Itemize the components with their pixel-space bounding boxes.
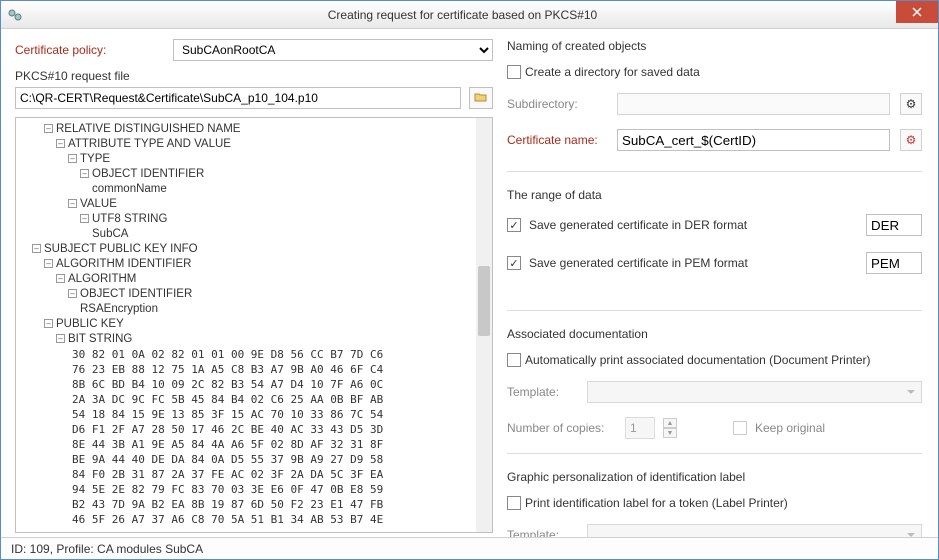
graphic-section-title: Graphic personalization of identificatio… bbox=[507, 470, 922, 484]
doc-copies-input bbox=[625, 417, 655, 439]
doc-template-select bbox=[587, 381, 922, 403]
app-icon bbox=[7, 7, 23, 23]
doc-section-title: Associated documentation bbox=[507, 327, 922, 341]
subdir-gear-button[interactable]: ⚙ bbox=[900, 93, 922, 115]
gear-icon: ⚙ bbox=[906, 133, 917, 147]
doc-template-label: Template: bbox=[507, 385, 577, 399]
doc-copies-stepper: ▲▼ bbox=[663, 418, 677, 438]
subdir-label: Subdirectory: bbox=[507, 97, 607, 111]
doc-keep-orig-label: Keep original bbox=[755, 421, 825, 435]
auto-print-label: Automatically print associated documenta… bbox=[525, 353, 871, 367]
auto-print-checkbox[interactable] bbox=[507, 353, 521, 367]
file-label: PKCS#10 request file bbox=[15, 69, 493, 83]
save-pem-label: Save generated certificate in PEM format bbox=[529, 256, 858, 270]
create-dir-label: Create a directory for saved data bbox=[525, 65, 700, 79]
window-title: Creating request for certificate based o… bbox=[29, 8, 896, 22]
policy-select[interactable]: SubCAonRootCA bbox=[173, 39, 493, 61]
policy-label: Certificate policy: bbox=[15, 43, 165, 57]
print-label-checkbox[interactable] bbox=[507, 496, 521, 510]
statusbar: ID: 109, Profile: CA modules SubCA bbox=[1, 537, 938, 559]
browse-button[interactable] bbox=[469, 87, 493, 109]
dialog-window: Creating request for certificate based o… bbox=[0, 0, 939, 560]
subdir-input bbox=[617, 93, 890, 115]
folder-icon bbox=[474, 91, 488, 106]
range-section-title: The range of data bbox=[507, 188, 922, 202]
create-dir-checkbox[interactable] bbox=[507, 65, 521, 79]
save-der-checkbox[interactable] bbox=[507, 218, 521, 232]
pem-ext-input[interactable] bbox=[866, 252, 922, 274]
doc-copies-label: Number of copies: bbox=[507, 421, 617, 435]
print-label-label: Print identification label for a token (… bbox=[525, 496, 788, 510]
label-template-select bbox=[587, 524, 922, 537]
close-button[interactable] bbox=[896, 1, 938, 23]
titlebar[interactable]: Creating request for certificate based o… bbox=[1, 1, 938, 29]
save-der-label: Save generated certificate in DER format bbox=[529, 218, 858, 232]
doc-keep-orig-checkbox bbox=[733, 421, 747, 435]
gear-icon: ⚙ bbox=[906, 97, 917, 111]
naming-section-title: Naming of created objects bbox=[507, 39, 922, 53]
certname-gear-button[interactable]: ⚙ bbox=[900, 129, 922, 151]
file-path-input[interactable] bbox=[15, 87, 461, 109]
tree-scrollbar[interactable] bbox=[476, 118, 492, 532]
label-template-label: Template: bbox=[507, 528, 577, 537]
certname-label: Certificate name: bbox=[507, 133, 607, 147]
certname-input[interactable] bbox=[617, 129, 890, 151]
save-pem-checkbox[interactable] bbox=[507, 256, 521, 270]
der-ext-input[interactable] bbox=[866, 214, 922, 236]
status-text: ID: 109, Profile: CA modules SubCA bbox=[11, 542, 203, 556]
asn1-tree[interactable]: RELATIVE DISTINGUISHED NAME ATTRIBUTE TY… bbox=[15, 117, 493, 533]
